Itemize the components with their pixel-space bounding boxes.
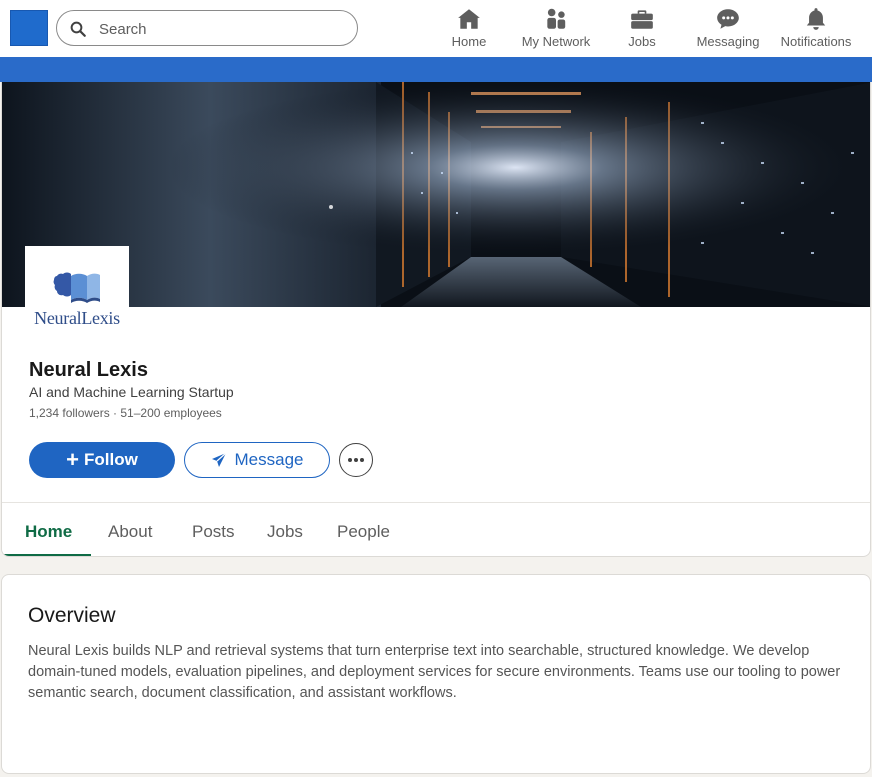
tab-posts[interactable]: Posts [192, 522, 235, 542]
top-navigation: Home My Network Jobs Messaging [0, 0, 872, 57]
nav-home[interactable]: Home [443, 6, 495, 52]
follow-button[interactable]: + Follow [29, 442, 175, 478]
nav-home-label: Home [451, 34, 487, 49]
nav-jobs[interactable]: Jobs [622, 6, 662, 52]
chat-icon [717, 9, 739, 29]
bell-icon [806, 8, 826, 30]
search-box[interactable] [56, 10, 358, 46]
logo-wordmark: NeuralLexis [34, 308, 120, 328]
tab-people[interactable]: People [337, 522, 390, 542]
nav-notifications[interactable]: Notifications [776, 6, 856, 52]
server-corridor-image [2, 82, 870, 307]
app-logo[interactable] [10, 10, 48, 46]
ellipsis-icon [348, 458, 364, 462]
brain-book-logo-icon [53, 272, 100, 303]
tab-home[interactable]: Home [25, 522, 72, 542]
follow-button-label: Follow [84, 450, 138, 469]
tab-about[interactable]: About [108, 522, 152, 542]
active-tab-indicator [3, 554, 91, 556]
overview-title: Overview [28, 604, 116, 627]
company-profile-card: NeuralLexis Neural Lexis AI and Machine … [1, 82, 871, 557]
message-button[interactable]: Message [184, 442, 330, 478]
nav-jobs-label: Jobs [628, 34, 656, 49]
tab-jobs[interactable]: Jobs [267, 522, 303, 542]
nav-notifications-label: Notifications [780, 34, 852, 49]
cover-image [2, 82, 870, 307]
overview-card: Overview Neural Lexis builds NLP and ret… [1, 574, 871, 774]
search-input[interactable] [99, 17, 349, 41]
nav-messaging-label: Messaging [696, 34, 760, 49]
network-icon [547, 8, 566, 29]
send-icon [211, 452, 226, 467]
nav-my-network-label: My Network [521, 34, 591, 49]
promo-banner-strip [0, 57, 872, 82]
search-icon [70, 21, 86, 37]
nav-my-network[interactable]: My Network [516, 6, 596, 52]
briefcase-icon [631, 10, 653, 29]
company-logo[interactable]: NeuralLexis [25, 246, 129, 330]
company-tagline: AI and Machine Learning Startup [29, 384, 234, 400]
plus-icon: + [66, 447, 80, 472]
tabs-divider [2, 502, 870, 503]
home-icon [458, 9, 480, 29]
company-name: Neural Lexis [29, 359, 148, 381]
overview-text: Neural Lexis builds NLP and retrieval sy… [28, 643, 841, 701]
nav-messaging[interactable]: Messaging [694, 6, 762, 52]
more-options-button[interactable] [339, 443, 373, 477]
company-followers-employees: 1,234 followers · 51–200 employees [29, 406, 222, 420]
message-button-label: Message [234, 450, 304, 469]
